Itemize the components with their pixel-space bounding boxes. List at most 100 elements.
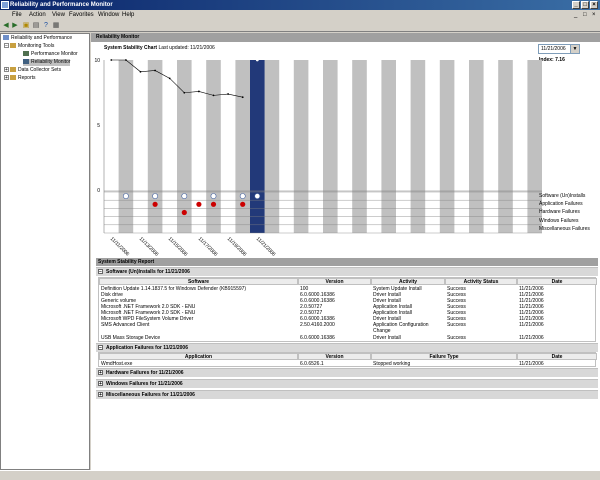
column-header: Activity Status (445, 278, 517, 285)
info-icon (123, 193, 129, 199)
expand-icon[interactable]: + (4, 67, 9, 73)
software-name-cell: SMS Advanced Client (101, 322, 150, 328)
stability-data-point (198, 90, 200, 93)
collapse-icon[interactable]: − (98, 269, 103, 275)
error-icon (210, 201, 217, 207)
info-icon (152, 193, 158, 199)
menu-window[interactable]: Window (98, 10, 119, 20)
table-cell: 2.50.4160.2000 (300, 322, 335, 328)
show-hide-tree-icon[interactable]: ▤ (32, 22, 40, 30)
properties-icon[interactable]: ▦ (52, 22, 60, 30)
menu-action[interactable]: Action (29, 10, 46, 20)
software-name-cell: USB Mass Storage Device (101, 335, 161, 341)
status-bar (0, 470, 600, 480)
expand-icon[interactable]: + (98, 392, 103, 398)
stability-chart (103, 58, 542, 234)
section-application-failures[interactable]: − Application Failures for 11/21/2006 (96, 343, 598, 352)
chart-title: System Stability Chart (104, 45, 158, 51)
info-icon (254, 193, 261, 199)
chart-column-band (323, 60, 338, 233)
column-header: Version (298, 353, 371, 360)
date-select[interactable]: 11/21/2006 ▼ (538, 44, 580, 54)
info-icon (239, 193, 246, 199)
tree-item-data-collector-sets[interactable]: + Data Collector Sets (4, 67, 61, 74)
chart-column-band (147, 60, 163, 233)
mdi-close-icon[interactable]: × (592, 10, 596, 20)
selected-day-marker (255, 58, 259, 62)
expand-icon[interactable]: + (4, 75, 9, 81)
stability-data-point (241, 96, 244, 99)
mdi-minimize-icon[interactable]: _ (574, 10, 577, 20)
column-header: Date (517, 353, 597, 360)
table-cell: Driver Install (373, 335, 401, 341)
chart-column-band (410, 60, 426, 233)
error-icon (240, 201, 246, 207)
collapse-icon[interactable]: − (98, 345, 103, 351)
section-hardware-failures[interactable]: + Hardware Failures for 11/21/2006 (96, 368, 598, 377)
table-cell: 11/21/2006 (519, 335, 544, 341)
forward-icon[interactable]: ▶ (11, 22, 19, 30)
table-cell: 11/21/2006 (519, 361, 544, 367)
stability-data-point (139, 70, 142, 73)
tree-item-performance-monitor[interactable]: Performance Monitor (23, 51, 78, 58)
column-header: Failure Type (371, 353, 517, 360)
chart-column-band (235, 60, 250, 233)
up-folder-icon[interactable]: ▣ (22, 22, 30, 30)
expand-icon[interactable]: + (98, 370, 103, 376)
menu-help[interactable]: Help (122, 10, 134, 20)
stability-data-point (227, 93, 230, 95)
chart-title-row: System Stability Chart Last updated: 11/… (104, 45, 215, 51)
error-icon (196, 201, 202, 207)
help-icon[interactable]: ? (42, 22, 50, 30)
folder-icon (10, 75, 16, 81)
maximize-button[interactable]: □ (581, 1, 589, 9)
chart-column-band (177, 60, 192, 233)
chart-column-band (264, 60, 280, 233)
stability-data-point (168, 77, 171, 80)
menu-view[interactable]: View (52, 10, 65, 20)
section-header-label: Software (Un)Installs for 11/21/2006 (106, 269, 190, 275)
back-icon[interactable]: ◀ (2, 22, 10, 30)
last-updated: Last updated: 11/21/2006 (158, 45, 215, 51)
minimize-button[interactable]: _ (572, 1, 580, 9)
section-header-label: Hardware Failures for 11/21/2006 (106, 370, 184, 376)
window-title: Reliability and Performance Monitor (10, 2, 113, 8)
chart-column-band (498, 60, 513, 233)
chart-column-band (206, 60, 221, 233)
chart-column-band (381, 60, 396, 233)
menu-favorites[interactable]: Favorites (69, 10, 94, 20)
tree-item-monitoring-tools[interactable]: − Monitoring Tools (4, 43, 54, 50)
section-misc-failures[interactable]: + Miscellaneous Failures for 11/21/2006 (96, 390, 598, 399)
stability-data-point (125, 59, 127, 61)
tree-item-reliability-monitor[interactable]: Reliability Monitor (23, 59, 71, 66)
section-software-installs[interactable]: − Software (Un)Installs for 11/21/2006 (96, 267, 598, 276)
chevron-down-icon[interactable]: ▼ (570, 45, 579, 53)
chart-column-band (527, 60, 542, 233)
stability-data-point (212, 94, 215, 97)
stability-data-point (154, 69, 156, 72)
table-cell: 6.0.6526.1 (300, 361, 324, 367)
section-header-label: Windows Failures for 11/21/2006 (106, 381, 183, 387)
app-icon (1, 1, 9, 9)
tree-item-root[interactable]: Reliability and Performance (3, 35, 72, 42)
monitor-icon (3, 35, 9, 41)
chart-icon (23, 59, 29, 65)
column-header: Activity (371, 278, 445, 285)
chart-column-band (118, 60, 134, 233)
chart-icon (23, 51, 29, 57)
info-icon (181, 193, 188, 199)
mdi-restore-icon[interactable]: □ (583, 10, 587, 20)
tree-item-reports[interactable]: + Reports (4, 75, 36, 82)
chart-column-band (293, 60, 309, 233)
expand-icon[interactable]: + (98, 381, 103, 387)
menu-file[interactable]: File (12, 10, 22, 20)
collapse-icon[interactable]: − (4, 43, 9, 49)
column-header: Application (99, 353, 298, 360)
tree-label-data-collector-sets: Data Collector Sets (18, 67, 62, 73)
tree-label-reliability-monitor: Reliability Monitor (31, 59, 71, 65)
chart-column-band (352, 60, 367, 233)
tree-label-monitoring-tools: Monitoring Tools (18, 43, 55, 49)
close-button[interactable]: × (590, 1, 598, 9)
table-cell: Success (447, 335, 466, 341)
section-windows-failures[interactable]: + Windows Failures for 11/21/2006 (96, 379, 598, 388)
